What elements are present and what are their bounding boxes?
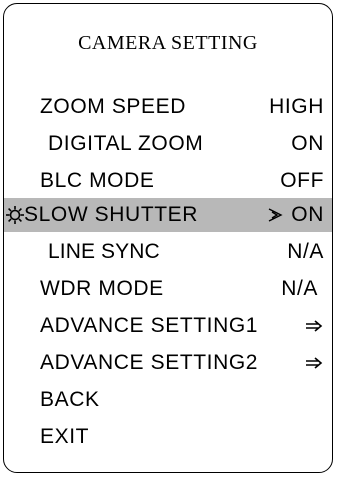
- menu-item-value: ON: [291, 132, 324, 155]
- camera-setting-menu: CAMERA SETTING ZOOM SPEED HIGH DIGITAL Z…: [3, 3, 333, 473]
- menu-item-value: N/A: [287, 240, 324, 263]
- menu-item-digital-zoom[interactable]: DIGITAL ZOOM ON: [4, 127, 332, 161]
- menu-item-label: WDR MODE: [40, 277, 164, 300]
- menu-item-label: BLC MODE: [40, 169, 155, 192]
- menu-title: CAMERA SETTING: [78, 32, 258, 54]
- menu-item-label: LINE SYNC: [48, 240, 160, 263]
- chevron-right-icon: [268, 208, 283, 222]
- menu-item-blc-mode[interactable]: BLC MODE OFF: [4, 164, 332, 198]
- right-arrow-icon: [306, 357, 323, 369]
- menu-item-value: ON: [291, 203, 324, 226]
- menu-item-label: SLOW SHUTTER: [24, 203, 199, 226]
- menu-item-zoom-speed[interactable]: ZOOM SPEED HIGH: [4, 90, 332, 124]
- right-arrow-icon: [306, 320, 323, 332]
- menu-item-value: N/A: [281, 277, 318, 300]
- menu-item-exit[interactable]: EXIT: [4, 420, 332, 454]
- menu-item-slow-shutter[interactable]: SLOW SHUTTER ON: [4, 198, 332, 232]
- gear-icon: [6, 206, 24, 224]
- menu-item-wdr-mode[interactable]: WDR MODE N/A: [4, 272, 332, 306]
- menu-item-back[interactable]: BACK: [4, 383, 332, 417]
- menu-item-line-sync[interactable]: LINE SYNC N/A: [4, 235, 332, 269]
- menu-item-advance-setting1[interactable]: ADVANCE SETTING1: [4, 309, 332, 343]
- menu-item-label: ZOOM SPEED: [40, 95, 187, 118]
- menu-item-advance-setting2[interactable]: ADVANCE SETTING2: [4, 346, 332, 380]
- menu-item-label: ADVANCE SETTING2: [40, 351, 259, 374]
- menu-item-label: ADVANCE SETTING1: [40, 314, 259, 337]
- menu-item-label: EXIT: [40, 425, 90, 448]
- menu-item-label: DIGITAL ZOOM: [48, 132, 204, 155]
- menu-item-value: HIGH: [269, 95, 324, 118]
- menu-item-label: BACK: [40, 388, 100, 411]
- menu-item-value: OFF: [280, 169, 324, 192]
